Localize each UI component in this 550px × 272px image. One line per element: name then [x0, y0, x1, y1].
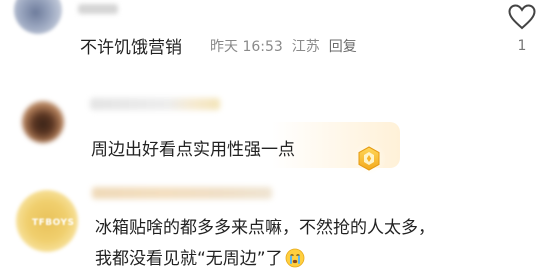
- comment-location: 江苏: [291, 39, 320, 55]
- heart-outline-icon[interactable]: [508, 4, 536, 30]
- like-count: 1: [517, 38, 527, 54]
- commenter-name-blurred[interactable]: [78, 4, 118, 14]
- commenter-name-blurred[interactable]: [92, 187, 272, 199]
- comment-text: 不许饥饿营销: [80, 38, 182, 58]
- comment-text: 周边出好看点实用性强一点: [91, 140, 295, 160]
- comment-text-line: 冰箱贴啥的都多多来点嘛，不然抢的人太多，: [95, 218, 435, 238]
- commenter-name-blurred[interactable]: [90, 98, 220, 110]
- avatar-badge-text: TFBOYS: [32, 218, 75, 228]
- reply-button[interactable]: 回复: [329, 39, 357, 55]
- comment-text: 我都没看见就“无周边”了: [95, 249, 283, 269]
- commenter-avatar[interactable]: [14, 0, 62, 34]
- comment-text-line-2: 我都没看见就“无周边”了: [95, 244, 305, 269]
- commenter-avatar[interactable]: [22, 101, 64, 143]
- comment-time: 昨天 16:53: [210, 39, 283, 55]
- crying-face-icon: [285, 248, 305, 268]
- comment-meta: 昨天 16:53 江苏 回复: [210, 36, 366, 56]
- gold-badge-icon: [352, 142, 386, 176]
